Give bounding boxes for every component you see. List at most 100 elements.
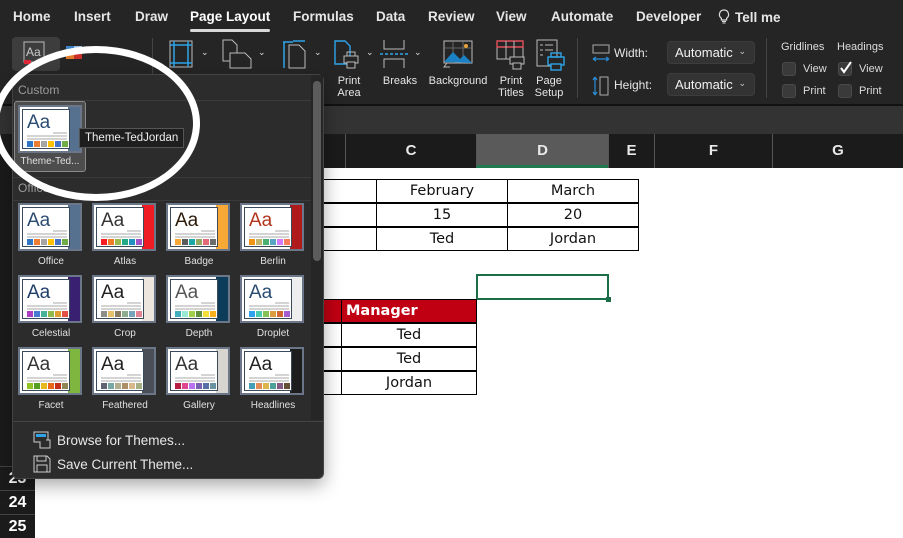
- fill-handle[interactable]: [606, 297, 611, 302]
- theme-color-swatch: [129, 383, 135, 389]
- theme-item-feathered[interactable]: Aa Feathered: [92, 347, 158, 415]
- orientation-icon[interactable]: [222, 39, 252, 69]
- cell-d2[interactable]: 20: [507, 203, 639, 227]
- print-area-label1: Print: [337, 75, 361, 87]
- print-area-button[interactable]: Print Area: [332, 38, 368, 100]
- tab-automate[interactable]: Automate: [551, 9, 613, 24]
- theme-item-badge[interactable]: Aa Badge: [166, 203, 232, 271]
- theme-text-line: [127, 230, 141, 232]
- tab-developer[interactable]: Developer: [636, 9, 701, 24]
- browse-for-themes[interactable]: Browse for Themes...: [33, 431, 185, 449]
- page-setup-button[interactable]: Page Setup: [531, 38, 567, 100]
- themes-scrollbar[interactable]: [311, 75, 323, 420]
- theme-color-swatch: [182, 383, 188, 389]
- table2-manager-header[interactable]: Manager: [341, 299, 477, 323]
- background-button[interactable]: Background: [426, 38, 490, 100]
- theme-text-line: [249, 380, 289, 382]
- headings-print-checkbox[interactable]: [838, 84, 852, 98]
- theme-text-line: [27, 236, 67, 238]
- height-dropdown[interactable]: Automatic ⌄: [667, 73, 755, 96]
- theme-color-swatch: [115, 239, 121, 245]
- scrollbar-thumb[interactable]: [313, 81, 321, 261]
- theme-item-droplet[interactable]: Aa Droplet: [240, 275, 306, 343]
- row-header-25[interactable]: 25: [0, 514, 35, 538]
- theme-page-preview: Aa: [22, 109, 70, 149]
- theme-text-line: [175, 305, 215, 307]
- theme-color-swatch: [203, 311, 209, 317]
- save-current-theme[interactable]: Save Current Theme...: [33, 455, 193, 473]
- column-header-g[interactable]: G: [772, 134, 903, 168]
- gridlines-view-checkbox[interactable]: [782, 62, 796, 76]
- page-setup-label2: Setup: [534, 87, 564, 99]
- column-header-f[interactable]: F: [654, 134, 772, 168]
- tell-me-button[interactable]: Tell me: [718, 9, 781, 25]
- print-titles-button[interactable]: Print Titles: [494, 38, 528, 100]
- column-header-e[interactable]: E: [608, 134, 654, 168]
- headings-label: Headings: [837, 41, 884, 53]
- margins-caret[interactable]: ⌄: [201, 47, 209, 58]
- breaks-label: Breaks: [382, 75, 418, 87]
- gridlines-print-label: Print: [803, 85, 826, 97]
- row-header-24[interactable]: 24: [0, 490, 35, 514]
- cell-c2[interactable]: 15: [376, 203, 508, 227]
- cell-d3[interactable]: Jordan: [507, 227, 639, 251]
- custom-section-label: Custom: [18, 83, 60, 97]
- theme-color-swatch: [256, 239, 262, 245]
- chevron-down-icon: ⌄: [738, 46, 746, 56]
- tab-home[interactable]: Home: [13, 9, 51, 24]
- theme-font-sample: Aa: [175, 210, 199, 231]
- cell-d1[interactable]: March: [507, 179, 639, 203]
- theme-page-preview: Aa: [96, 351, 144, 391]
- theme-item-facet[interactable]: Aa Facet: [18, 347, 84, 415]
- theme-item-crop[interactable]: Aa Crop: [92, 275, 158, 343]
- tab-review[interactable]: Review: [428, 9, 475, 24]
- theme-item-atlas[interactable]: Aa Atlas: [92, 203, 158, 271]
- tab-view[interactable]: View: [496, 9, 527, 24]
- size-icon[interactable]: [281, 39, 307, 69]
- theme-label: Office: [38, 256, 64, 267]
- breaks-caret[interactable]: ⌄: [414, 47, 422, 58]
- theme-item-headlines[interactable]: Aa Headlines: [240, 347, 306, 415]
- active-cell[interactable]: [476, 274, 611, 302]
- tab-formulas[interactable]: Formulas: [293, 9, 354, 24]
- cell-manager-2[interactable]: Ted: [341, 347, 477, 371]
- theme-label: Berlin: [260, 256, 286, 267]
- theme-color-swatch: [55, 311, 61, 317]
- custom-theme-item[interactable]: Aa Theme-Ted...: [14, 101, 86, 172]
- headings-view-checkbox[interactable]: [838, 61, 852, 76]
- print-area-caret[interactable]: ⌄: [366, 47, 374, 58]
- orientation-caret[interactable]: ⌄: [258, 47, 266, 58]
- theme-item-office[interactable]: Aa Office: [18, 203, 84, 271]
- print-titles-label1: Print: [499, 75, 523, 87]
- theme-text-line: [249, 233, 289, 235]
- colors-button[interactable]: [66, 46, 146, 62]
- theme-item-celestial[interactable]: Aa Celestial: [18, 275, 84, 343]
- cell-c3[interactable]: Ted: [376, 227, 508, 251]
- theme-item-depth[interactable]: Aa Depth: [166, 275, 232, 343]
- cell-c1[interactable]: February: [376, 179, 508, 203]
- width-dropdown[interactable]: Automatic ⌄: [667, 41, 755, 64]
- themes-button[interactable]: Aa: [12, 37, 60, 71]
- cell-manager-3[interactable]: Jordan: [341, 371, 477, 395]
- themes-icon: Aa: [23, 41, 45, 64]
- theme-item-berlin[interactable]: Aa Berlin: [240, 203, 306, 271]
- office-section-label: Office: [18, 181, 50, 195]
- theme-color-swatch: [41, 383, 47, 389]
- tab-draw[interactable]: Draw: [135, 9, 168, 24]
- tab-data[interactable]: Data: [376, 9, 405, 24]
- print-titles-icon: [496, 40, 525, 70]
- column-header-d[interactable]: D: [476, 134, 608, 168]
- theme-color-swatch: [277, 311, 283, 317]
- size-caret[interactable]: ⌄: [314, 47, 322, 58]
- cell-manager-1[interactable]: Ted: [341, 323, 477, 347]
- margins-icon[interactable]: [169, 40, 193, 68]
- column-header-c[interactable]: C: [345, 134, 476, 168]
- tab-page-layout[interactable]: Page Layout: [190, 9, 271, 32]
- gridlines-print-checkbox[interactable]: [782, 84, 796, 98]
- tab-insert[interactable]: Insert: [74, 9, 111, 24]
- theme-color-swatch: [41, 141, 47, 147]
- theme-item-gallery[interactable]: Aa Gallery: [166, 347, 232, 415]
- theme-text-line: [27, 233, 67, 235]
- theme-font-sample: Aa: [27, 112, 51, 133]
- width-icon: [592, 44, 610, 62]
